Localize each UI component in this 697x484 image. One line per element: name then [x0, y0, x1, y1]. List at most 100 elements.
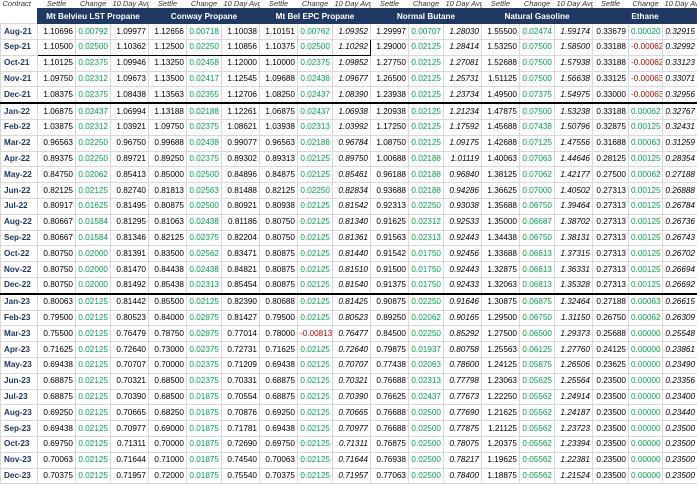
settle-cell[interactable]: 0.33188 — [593, 103, 629, 119]
change-cell[interactable]: 0.01750 — [409, 262, 444, 278]
contract-month[interactable]: Sep-23 — [1, 421, 38, 437]
change-cell[interactable]: -0.00063 — [629, 87, 663, 103]
change-cell[interactable]: 0.02125 — [76, 373, 111, 389]
change-cell[interactable]: 0.06750 — [520, 230, 555, 246]
change-cell[interactable]: 0.02500 — [409, 405, 444, 421]
settle-cell[interactable]: 0.82125 — [260, 183, 298, 199]
change-cell[interactable]: 0.02063 — [409, 358, 444, 374]
change-cell[interactable]: 0.00125 — [629, 262, 663, 278]
avg-cell[interactable]: 0.80921 — [222, 199, 260, 215]
avg-cell[interactable]: 0.32915 — [663, 24, 697, 40]
settle-cell[interactable]: 0.70375 — [38, 468, 76, 484]
change-cell[interactable]: 0.01875 — [187, 437, 222, 453]
change-cell[interactable]: 0.02312 — [409, 214, 444, 230]
change-cell[interactable]: 0.00125 — [629, 183, 663, 199]
change-cell[interactable]: 0.02125 — [76, 310, 111, 326]
change-cell[interactable]: 0.00062 — [629, 167, 663, 183]
contract-month[interactable]: Jul-22 — [1, 199, 38, 215]
avg-cell[interactable]: 0.80523 — [111, 310, 149, 326]
avg-cell[interactable]: 1.21524 — [555, 468, 593, 484]
avg-cell[interactable]: 0.32992 — [663, 40, 697, 56]
change-cell[interactable]: 0.02438 — [298, 71, 333, 87]
avg-cell[interactable]: 0.92443 — [444, 230, 482, 246]
settle-cell[interactable]: 0.85438 — [149, 278, 187, 294]
avg-cell[interactable]: 0.96784 — [333, 135, 371, 151]
settle-cell[interactable]: 0.84000 — [149, 310, 187, 326]
change-cell[interactable]: 0.02125 — [409, 40, 444, 56]
avg-cell[interactable]: 0.32431 — [663, 120, 697, 136]
change-cell[interactable]: 0.02000 — [76, 278, 111, 294]
contract-month[interactable]: Mar-22 — [1, 135, 38, 151]
avg-cell[interactable]: 0.23500 — [663, 421, 697, 437]
change-cell[interactable]: 0.02437 — [76, 103, 111, 119]
settle-cell[interactable]: 0.99688 — [149, 135, 187, 151]
avg-cell[interactable]: 1.09977 — [111, 24, 149, 40]
avg-cell[interactable]: 1.35328 — [555, 278, 593, 294]
contract-month[interactable]: May-22 — [1, 167, 38, 183]
avg-cell[interactable]: 1.12000 — [222, 55, 260, 71]
avg-cell[interactable]: 0.81442 — [111, 294, 149, 310]
change-cell[interactable]: 0.02438 — [187, 214, 222, 230]
contract-month[interactable]: Jun-23 — [1, 373, 38, 389]
change-cell[interactable]: 0.00125 — [629, 151, 663, 167]
settle-cell[interactable]: 0.27313 — [593, 262, 629, 278]
change-cell[interactable]: 0.02500 — [298, 40, 333, 56]
settle-cell[interactable]: 0.90875 — [371, 294, 409, 310]
settle-cell[interactable]: 0.80875 — [149, 199, 187, 215]
settle-cell[interactable]: 1.29500 — [482, 310, 520, 326]
settle-cell[interactable]: 0.80750 — [38, 262, 76, 278]
change-cell[interactable]: -0.00063 — [629, 71, 663, 87]
change-cell[interactable]: 0.02125 — [76, 437, 111, 453]
avg-cell[interactable]: 1.32464 — [555, 294, 593, 310]
change-cell[interactable]: 0.02125 — [187, 294, 222, 310]
change-cell[interactable]: 0.02375 — [187, 120, 222, 136]
change-cell[interactable]: 0.02375 — [187, 373, 222, 389]
settle-cell[interactable]: 0.76938 — [371, 452, 409, 468]
avg-cell[interactable]: 0.71781 — [222, 421, 260, 437]
avg-cell[interactable]: 1.09673 — [111, 71, 149, 87]
settle-cell[interactable]: 1.13188 — [149, 103, 187, 119]
settle-cell[interactable]: 1.13250 — [149, 55, 187, 71]
settle-cell[interactable]: 0.82125 — [149, 230, 187, 246]
avg-cell[interactable]: 0.23440 — [663, 405, 697, 421]
change-cell[interactable]: 0.02125 — [76, 342, 111, 358]
avg-cell[interactable]: 0.81540 — [333, 278, 371, 294]
change-cell[interactable]: 0.01750 — [409, 278, 444, 294]
avg-cell[interactable]: 0.77014 — [222, 326, 260, 342]
contract-month[interactable]: Jul-23 — [1, 389, 38, 405]
settle-cell[interactable]: 1.08375 — [38, 87, 76, 103]
change-cell[interactable]: 0.02188 — [409, 167, 444, 183]
settle-cell[interactable]: 0.76625 — [371, 389, 409, 405]
settle-cell[interactable]: 0.84750 — [38, 167, 76, 183]
change-cell[interactable]: 0.05562 — [520, 437, 555, 453]
change-cell[interactable]: 0.00718 — [187, 24, 222, 40]
settle-cell[interactable]: 1.35000 — [482, 214, 520, 230]
avg-cell[interactable]: 1.23734 — [444, 87, 482, 103]
avg-cell[interactable]: 1.21234 — [444, 103, 482, 119]
change-cell[interactable]: 0.02125 — [298, 310, 333, 326]
settle-cell[interactable]: 1.26500 — [371, 71, 409, 87]
settle-cell[interactable]: 0.33188 — [593, 55, 629, 71]
change-cell[interactable]: 0.00000 — [629, 452, 663, 468]
avg-cell[interactable]: 0.72731 — [222, 342, 260, 358]
settle-cell[interactable]: 1.20938 — [371, 103, 409, 119]
avg-cell[interactable]: 0.71957 — [111, 468, 149, 484]
change-cell[interactable]: 0.00125 — [629, 120, 663, 136]
settle-cell[interactable]: 0.27313 — [593, 230, 629, 246]
settle-cell[interactable]: 1.30875 — [482, 294, 520, 310]
settle-cell[interactable]: 0.28125 — [593, 151, 629, 167]
settle-cell[interactable]: 0.79500 — [38, 310, 76, 326]
contract-month[interactable]: May-23 — [1, 358, 38, 374]
avg-cell[interactable]: 1.12706 — [222, 87, 260, 103]
avg-cell[interactable]: 1.06994 — [111, 103, 149, 119]
settle-cell[interactable]: 1.03875 — [38, 120, 76, 136]
change-cell[interactable]: 0.02125 — [76, 389, 111, 405]
avg-cell[interactable]: 0.70707 — [333, 358, 371, 374]
avg-cell[interactable]: 0.81488 — [222, 183, 260, 199]
change-cell[interactable]: 0.02437 — [298, 87, 333, 103]
avg-cell[interactable]: 0.92443 — [444, 262, 482, 278]
change-cell[interactable]: 0.02375 — [76, 55, 111, 71]
change-cell[interactable]: 0.02125 — [298, 199, 333, 215]
change-cell[interactable]: 0.05562 — [520, 421, 555, 437]
settle-cell[interactable]: 0.84875 — [260, 167, 298, 183]
